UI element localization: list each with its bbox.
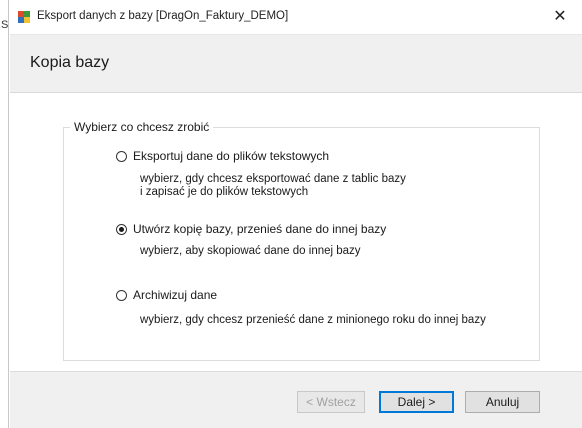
description-line: wybierz, gdy chcesz przenieść dane z min…	[140, 314, 486, 326]
radio-option-copy-db[interactable]: Utwórz kopię bazy, przenieś dane do inne…	[116, 222, 386, 236]
radio-button-copy-db[interactable]	[116, 223, 127, 235]
wizard-header: Kopia bazy	[10, 34, 582, 93]
description-archive: wybierz, gdy chcesz przenieść dane z min…	[140, 314, 486, 327]
window-title: Eksport danych z bazy [DragOn_Faktury_DE…	[37, 10, 289, 22]
description-export-text: wybierz, gdy chcesz eksportować dane z t…	[140, 173, 406, 199]
radio-button-export-text[interactable]	[116, 150, 127, 162]
radio-label-copy-db: Utwórz kopię bazy, przenieś dane do inne…	[133, 222, 387, 236]
app-icon	[18, 11, 30, 23]
next-button[interactable]: Dalej >	[379, 391, 454, 413]
radio-option-export-text[interactable]: Eksportuj dane do plików tekstowych	[116, 149, 329, 163]
wizard-button-bar: < Wstecz Dalej > Anuluj	[10, 371, 582, 428]
group-legend: Wybierz co chcesz zrobić	[70, 120, 214, 134]
radio-label-export-text: Eksportuj dane do plików tekstowych	[133, 149, 330, 163]
close-button[interactable]: ✕	[538, 0, 582, 32]
export-dialog: Eksport danych z bazy [DragOn_Faktury_DE…	[8, 0, 582, 428]
title-bar[interactable]: Eksport danych z bazy [DragOn_Faktury_DE…	[9, 0, 582, 34]
page-title: Kopia bazy	[30, 54, 110, 71]
radio-option-archive[interactable]: Archiwizuj dane	[116, 288, 217, 302]
close-icon: ✕	[553, 8, 567, 25]
description-line: wybierz, aby skopiować dane do innej baz…	[140, 245, 361, 257]
background-window-edge: S	[0, 0, 8, 428]
back-button[interactable]: < Wstecz	[297, 391, 365, 413]
description-line: wybierz, gdy chcesz eksportować dane z t…	[140, 173, 406, 185]
cancel-button[interactable]: Anuluj	[465, 391, 540, 413]
radio-label-archive: Archiwizuj dane	[133, 288, 218, 302]
description-line: i zapisać je do plików tekstowych	[140, 186, 309, 198]
description-copy-db: wybierz, aby skopiować dane do innej baz…	[140, 245, 361, 258]
radio-button-archive[interactable]	[116, 289, 127, 301]
